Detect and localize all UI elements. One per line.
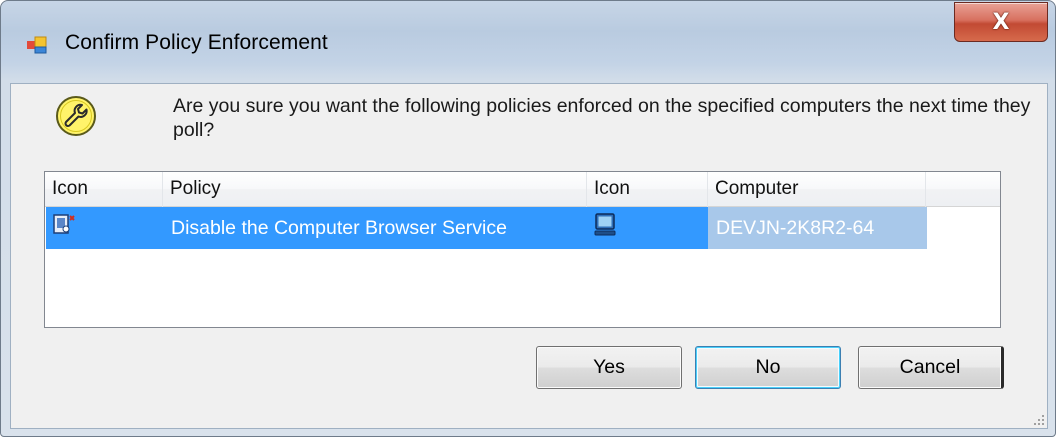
window-title: Confirm Policy Enforcement xyxy=(65,31,328,54)
title-bar[interactable]: Confirm Policy Enforcement X xyxy=(1,1,1055,83)
dialog-window: Confirm Policy Enforcement X Are you sur… xyxy=(0,0,1056,437)
computer-monitor-icon xyxy=(594,213,616,236)
column-header-icon[interactable]: Icon xyxy=(45,172,163,207)
yes-button[interactable]: Yes xyxy=(536,346,682,389)
row-policy-icon-cell xyxy=(46,207,163,249)
policy-service-icon xyxy=(53,214,75,234)
row-computer-icon-cell xyxy=(587,207,708,249)
row-policy-name: Disable the Computer Browser Service xyxy=(163,207,587,249)
close-button[interactable]: X xyxy=(954,2,1048,42)
window-app-icon xyxy=(27,36,47,54)
column-header-filler xyxy=(926,172,1001,207)
confirmation-message: Are you sure you want the following poli… xyxy=(173,95,1031,141)
close-icon: X xyxy=(992,9,1010,35)
no-button[interactable]: No xyxy=(695,346,841,389)
row-computer-name: DEVJN-2K8R2-64 xyxy=(708,207,927,249)
column-header-computer[interactable]: Computer xyxy=(708,172,926,207)
cancel-button[interactable]: Cancel xyxy=(858,346,1004,389)
dialog-content: Are you sure you want the following poli… xyxy=(10,83,1048,429)
column-header-policy[interactable]: Policy xyxy=(163,172,587,207)
list-header: Icon Policy Icon Computer xyxy=(45,172,1000,207)
wrench-warning-icon xyxy=(56,96,96,136)
column-header-icon-2[interactable]: Icon xyxy=(587,172,708,207)
policy-list[interactable]: Icon Policy Icon Computer Disable the Co… xyxy=(44,171,1001,328)
table-row[interactable]: Disable the Computer Browser Service DEV… xyxy=(46,207,927,249)
resize-grip-icon[interactable] xyxy=(1031,412,1045,426)
